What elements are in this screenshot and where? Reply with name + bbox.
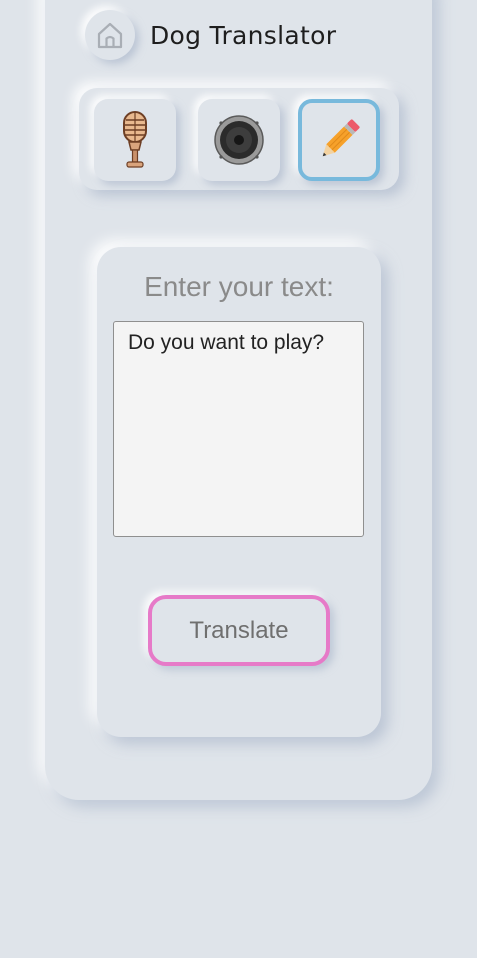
speaker-icon bbox=[214, 115, 264, 165]
mode-text-button[interactable] bbox=[298, 99, 380, 181]
header: Dog Translator bbox=[85, 10, 336, 60]
translate-button[interactable]: Translate bbox=[148, 595, 330, 666]
home-icon bbox=[97, 22, 123, 49]
text-input-panel: Enter your text: Do you want to play? Tr… bbox=[97, 247, 381, 737]
text-input[interactable]: Do you want to play? bbox=[113, 321, 364, 537]
mode-microphone-button[interactable] bbox=[94, 99, 176, 181]
home-button[interactable] bbox=[85, 10, 135, 60]
mode-selector bbox=[79, 88, 399, 190]
mode-speaker-button[interactable] bbox=[198, 99, 280, 181]
app-title: Dog Translator bbox=[150, 20, 337, 50]
prompt-label: Enter your text: bbox=[144, 271, 334, 302]
microphone-icon bbox=[123, 111, 147, 168]
pencil-icon bbox=[322, 119, 360, 157]
